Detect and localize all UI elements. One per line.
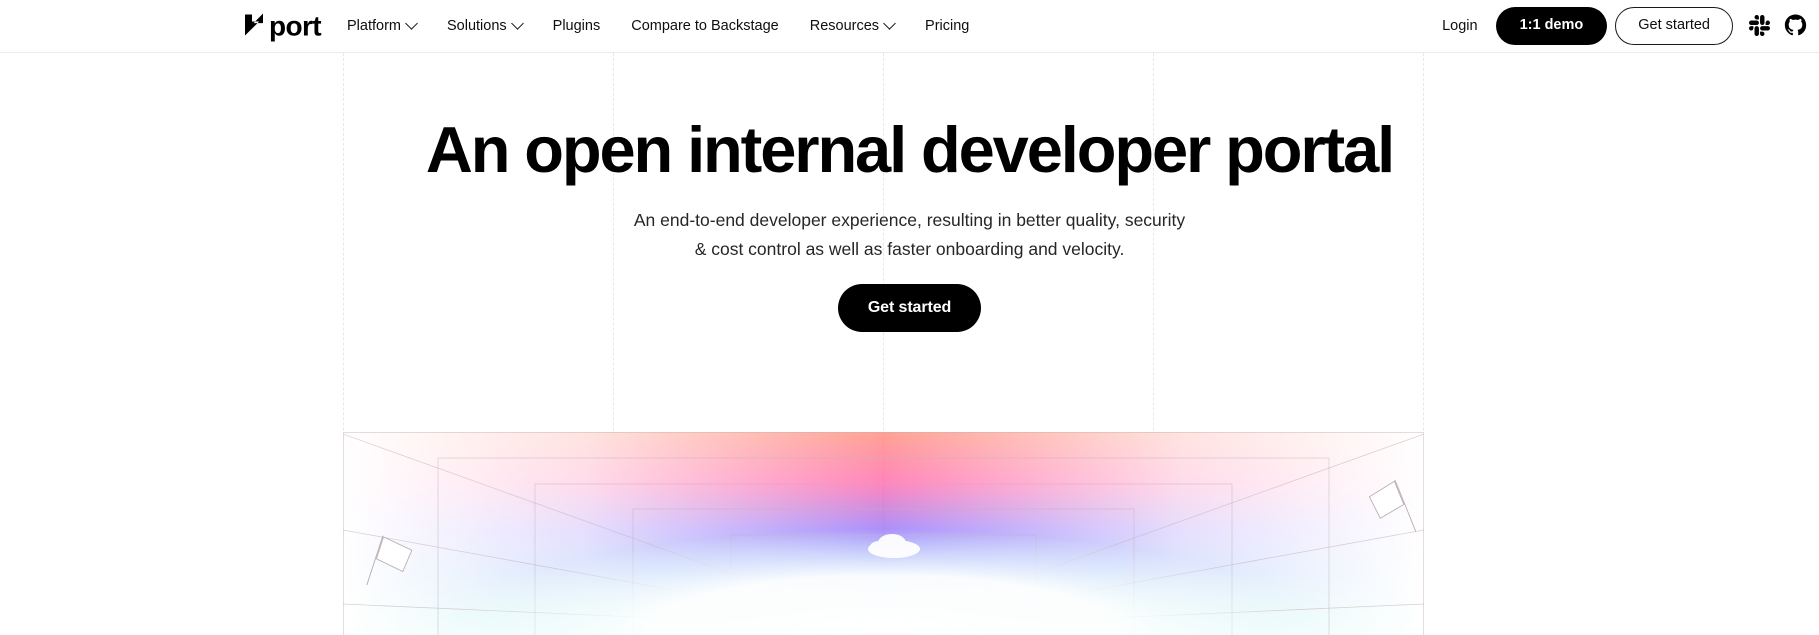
- main-nav: Platform Solutions Plugins Compare to Ba…: [347, 16, 969, 34]
- login-link[interactable]: Login: [1424, 19, 1495, 34]
- nav-item-solutions[interactable]: Solutions: [447, 16, 524, 34]
- demo-button[interactable]: 1:1 demo: [1495, 7, 1608, 45]
- chevron-down-icon: [883, 16, 896, 30]
- logo[interactable]: port: [242, 10, 322, 41]
- site-header: port Platform Solutions Plugins Compare …: [0, 0, 1819, 53]
- nav-item-platform[interactable]: Platform: [347, 16, 418, 34]
- nav-label: Plugins: [552, 17, 601, 34]
- nav-item-plugins[interactable]: Plugins: [553, 19, 601, 34]
- get-started-button-hero[interactable]: Get started: [837, 283, 982, 332]
- nav-label: Pricing: [925, 17, 970, 34]
- nav-label: Resources: [809, 17, 880, 34]
- hero-subtitle-line-2: & cost control as well as faster onboard…: [694, 238, 1125, 259]
- hero-subtitle-line-1: An end-to-end developer experience, resu…: [633, 210, 1186, 231]
- nav-item-pricing[interactable]: Pricing: [925, 19, 969, 34]
- nav-label: Platform: [347, 17, 401, 34]
- github-icon[interactable]: [1784, 14, 1807, 38]
- page-title: An open internal developer portal: [425, 113, 1395, 186]
- nav-item-resources[interactable]: Resources: [809, 16, 896, 34]
- slack-icon[interactable]: [1749, 15, 1770, 37]
- nav-item-compare-to-backstage[interactable]: Compare to Backstage: [631, 19, 779, 34]
- nav-label: Solutions: [447, 17, 507, 34]
- perspective-tunnel-illustration: [343, 432, 1424, 635]
- chevron-down-icon: [510, 16, 524, 30]
- header-actions: Login 1:1 demo Get started: [1424, 7, 1807, 45]
- hero-content: An open internal developer portal An end…: [0, 53, 1819, 332]
- hero-subtitle: An end-to-end developer experience, resu…: [0, 206, 1819, 263]
- chevron-down-icon: [405, 16, 418, 30]
- nav-label: Compare to Backstage: [631, 17, 779, 34]
- arrow-down-right-logo-icon: [242, 12, 266, 41]
- hero-section: An open internal developer portal An end…: [0, 53, 1819, 635]
- logo-wordmark: port: [269, 10, 322, 41]
- get-started-button-header[interactable]: Get started: [1615, 7, 1733, 45]
